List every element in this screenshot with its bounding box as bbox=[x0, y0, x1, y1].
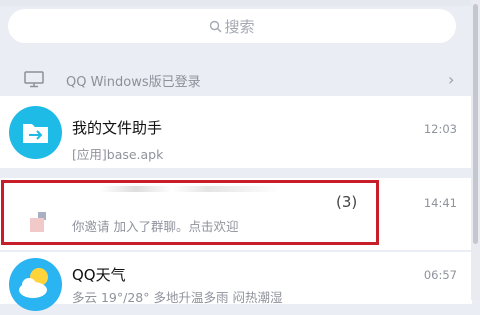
weather-avatar bbox=[9, 258, 62, 311]
top-strip bbox=[0, 0, 480, 6]
chat-item-file-helper[interactable]: 我的文件助手 [应用]base.apk 12:03 bbox=[0, 96, 472, 168]
chat-item-qq-weather[interactable]: QQ天气 多云 19°/28° 多地升温多雨 闷热潮湿 06:57 bbox=[0, 252, 472, 311]
file-helper-avatar bbox=[9, 106, 62, 159]
scrollbar[interactable] bbox=[471, 0, 480, 300]
folder-icon bbox=[23, 124, 48, 143]
weather-cloud-icon bbox=[19, 268, 48, 298]
chat-name: 我的文件助手 bbox=[72, 119, 163, 137]
highlight-box bbox=[1, 180, 379, 245]
chat-time: 06:57 bbox=[423, 268, 457, 282]
computer-icon bbox=[24, 71, 44, 88]
chat-time: 14:41 bbox=[423, 196, 457, 210]
search-icon bbox=[210, 20, 222, 32]
login-status-bar[interactable]: QQ Windows版已登录 › bbox=[0, 60, 472, 98]
chat-preview: 多云 19°/28° 多地升温多雨 闷热潮湿 bbox=[72, 290, 283, 305]
scroll-thumb[interactable] bbox=[473, 4, 478, 244]
search-label: 搜索 bbox=[224, 17, 255, 36]
chevron-right-icon: › bbox=[448, 70, 455, 89]
chat-name: QQ天气 bbox=[72, 266, 126, 284]
login-status-text: QQ Windows版已登录 bbox=[66, 75, 201, 90]
chat-preview: [应用]base.apk bbox=[72, 147, 164, 162]
chat-time: 12:03 bbox=[423, 122, 457, 136]
search-bar[interactable]: 搜索 bbox=[8, 9, 456, 43]
